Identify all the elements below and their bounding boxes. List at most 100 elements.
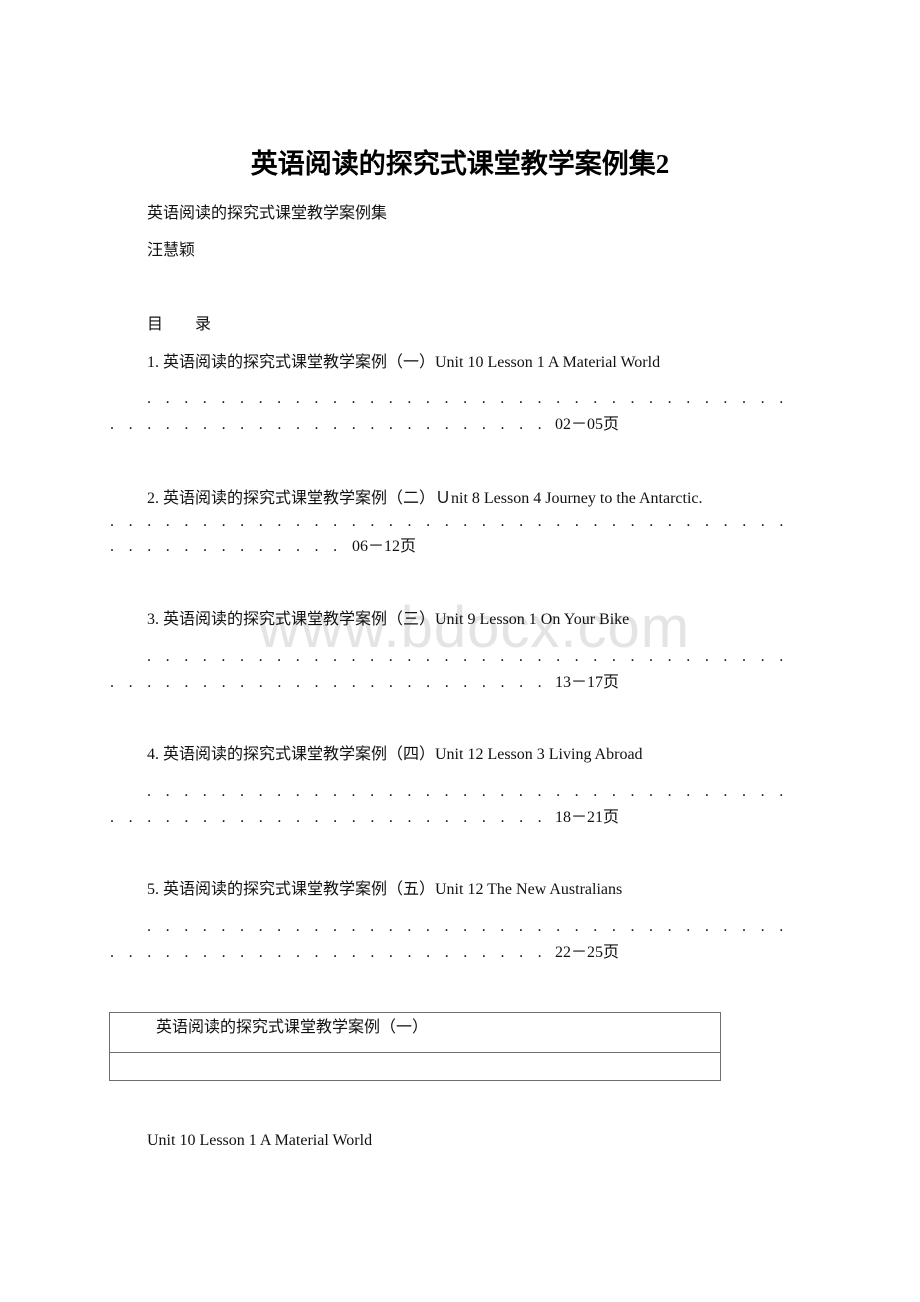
toc-leader-dots: ...................................	[147, 646, 798, 668]
leader-dot: .	[147, 944, 152, 961]
section-empty-cell	[109, 1052, 721, 1081]
leader-dot: .	[481, 809, 486, 826]
leader-dot: .	[407, 390, 412, 407]
leader-dot: .	[314, 538, 319, 555]
leader-dot: .	[742, 918, 746, 935]
leader-dot: .	[407, 944, 412, 961]
leader-dot: .	[444, 648, 449, 665]
leader-dot: .	[147, 513, 152, 530]
leader-dot: .	[332, 783, 337, 800]
leader-dot: .	[240, 513, 245, 530]
leader-dot: .	[258, 390, 263, 407]
leader-dot: .	[574, 783, 579, 800]
leader-dot: .	[314, 390, 319, 407]
leader-dot: .	[314, 648, 319, 665]
leader-dot: .	[351, 918, 356, 935]
leader-dot: .	[351, 783, 356, 800]
leader-dot: .	[760, 918, 765, 935]
leader-dot: .	[426, 513, 431, 530]
leader-dot: .	[258, 809, 263, 826]
leader-dot: .	[388, 674, 393, 691]
leader-dot: .	[165, 809, 170, 826]
leader-dot: .	[295, 390, 300, 407]
leader-dot: .	[202, 783, 207, 800]
leader-dot: .	[686, 648, 691, 665]
leader-dot: .	[221, 648, 226, 665]
leader-dot: .	[351, 648, 356, 665]
leader-dot: .	[407, 674, 412, 691]
leader-dot: .	[500, 674, 505, 691]
leader-dot: .	[537, 944, 542, 961]
leader-dot: .	[519, 513, 524, 530]
leader-dot: .	[593, 390, 598, 407]
leader-dot: .	[519, 674, 524, 691]
leader-dot: .	[574, 648, 579, 665]
leader-dot: .	[184, 538, 189, 555]
leader-dot: .	[649, 648, 654, 665]
leader-dot: .	[537, 783, 542, 800]
leader-dot: .	[388, 390, 393, 407]
author-name: 汪慧颖	[147, 242, 196, 259]
leader-dot: .	[760, 648, 765, 665]
leader-dot: .	[277, 513, 282, 530]
leader-dot: .	[314, 513, 319, 530]
leader-dot: .	[667, 918, 672, 935]
leader-dot: .	[258, 538, 263, 555]
leader-dot: .	[295, 648, 300, 665]
leader-dot: .	[277, 783, 282, 800]
leader-dot: .	[351, 390, 356, 407]
leader-dot: .	[444, 783, 449, 800]
leader-dot: .	[165, 944, 170, 961]
leader-dot: .	[667, 513, 672, 530]
toc-entry-4[interactable]: 4. 英语阅读的探究式课堂教学案例（四）Unit 12 Lesson 3 Liv…	[147, 744, 643, 766]
leader-dot: .	[184, 944, 189, 961]
leader-dot: .	[518, 783, 523, 800]
leader-dot: .	[556, 390, 561, 407]
leader-dot: .	[742, 648, 746, 665]
leader-dot: .	[760, 513, 765, 530]
leader-dot: .	[165, 648, 170, 665]
leader-dot: .	[128, 538, 133, 555]
leader-dot: .	[425, 783, 430, 800]
leader-dot: .	[370, 918, 375, 935]
leader-dot: .	[407, 809, 412, 826]
leader-dot: .	[704, 783, 709, 800]
leader-dot: .	[481, 674, 486, 691]
leader-dot: .	[611, 390, 616, 407]
toc-entry-2[interactable]: 2. 英语阅读的探究式课堂教学案例（二）Ｕnit 8 Lesson 4 Jour…	[147, 488, 703, 510]
leader-dot: .	[202, 390, 207, 407]
leader-dot: .	[128, 416, 133, 433]
leader-dot: .	[723, 918, 728, 935]
leader-dot: .	[165, 513, 170, 530]
leader-dot: .	[574, 390, 579, 407]
leader-dot: .	[165, 783, 170, 800]
leader-dot: .	[258, 648, 263, 665]
leader-dot: .	[686, 783, 691, 800]
leader-dot: .	[388, 416, 393, 433]
leader-dot: .	[500, 944, 505, 961]
leader-dot: .	[426, 674, 431, 691]
leader-dot: .	[202, 944, 207, 961]
leader-dot: .	[128, 809, 133, 826]
leader-dot: .	[649, 513, 654, 530]
leader-dot: .	[574, 513, 579, 530]
toc-entry-3[interactable]: 3. 英语阅读的探究式课堂教学案例（三）Unit 9 Lesson 1 On Y…	[147, 609, 629, 631]
leader-dot: .	[556, 513, 561, 530]
toc-entry-5[interactable]: 5. 英语阅读的探究式课堂教学案例（五）Unit 12 The New Aust…	[147, 879, 622, 901]
toc-leader-dots: ...................................	[147, 916, 798, 938]
leader-dot: .	[426, 809, 431, 826]
leader-dot: .	[258, 674, 263, 691]
leader-dot: .	[147, 674, 152, 691]
leader-dot: .	[239, 648, 244, 665]
leader-dot: .	[723, 783, 728, 800]
leader-dot: .	[407, 918, 412, 935]
leader-dot: .	[388, 648, 393, 665]
leader-dot: .	[351, 416, 356, 433]
leader-dot: .	[165, 416, 170, 433]
leader-dot: .	[314, 416, 319, 433]
leader-dot: .	[556, 648, 561, 665]
toc-entry-1[interactable]: 1. 英语阅读的探究式课堂教学案例（一）Unit 10 Lesson 1 A M…	[147, 352, 660, 374]
leader-dot: .	[370, 513, 375, 530]
leader-dot: .	[779, 648, 784, 665]
leader-dot: .	[481, 783, 486, 800]
